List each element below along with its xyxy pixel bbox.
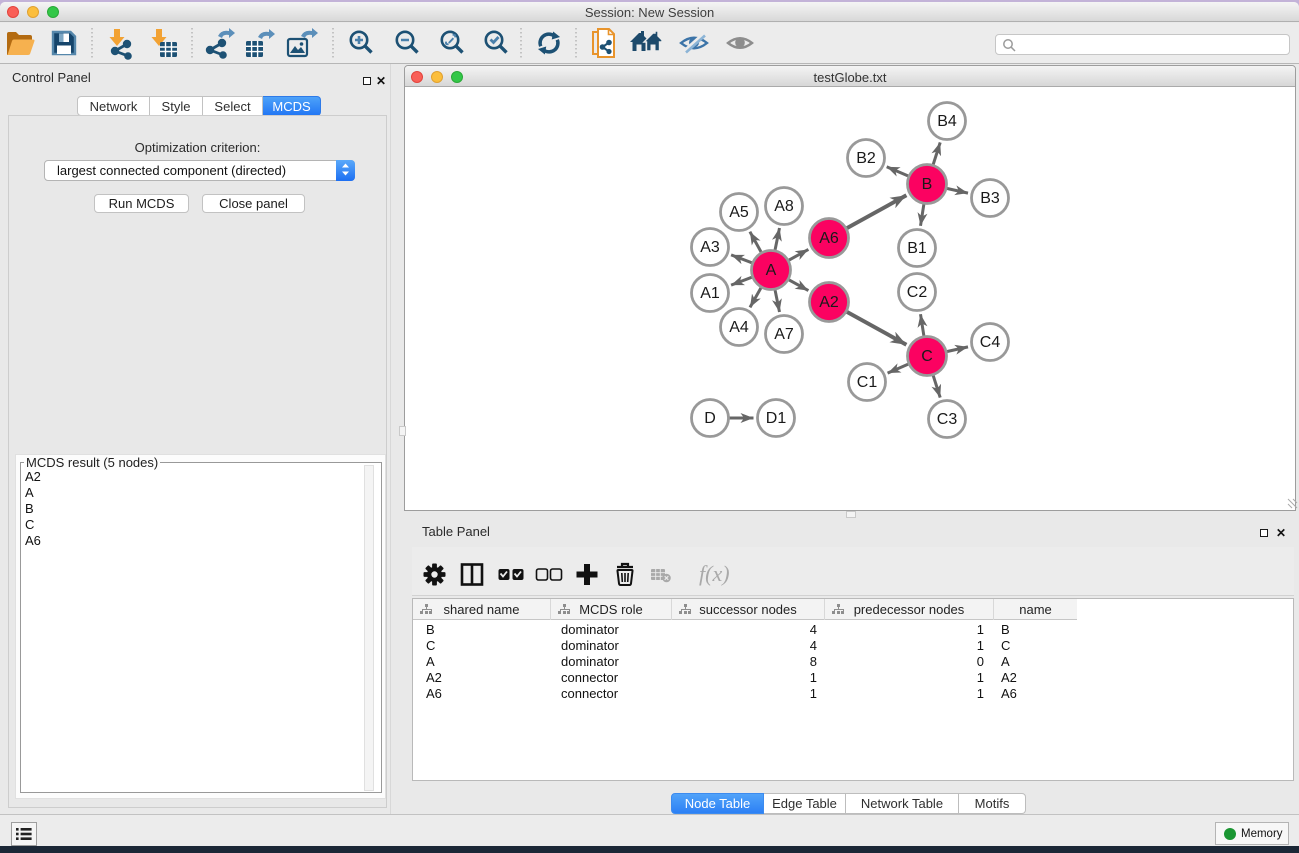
- svg-text:C1: C1: [857, 374, 878, 391]
- svg-text:C2: C2: [907, 284, 928, 301]
- svg-text:C3: C3: [937, 411, 958, 428]
- svg-text:A2: A2: [819, 294, 839, 311]
- svg-text:B2: B2: [856, 150, 876, 167]
- svg-text:B3: B3: [980, 190, 1000, 207]
- svg-text:A8: A8: [774, 198, 794, 215]
- svg-text:A5: A5: [729, 204, 749, 221]
- svg-text:B: B: [922, 176, 933, 193]
- svg-text:C: C: [921, 348, 933, 365]
- svg-text:A: A: [766, 262, 777, 279]
- svg-text:A1: A1: [700, 285, 720, 302]
- svg-text:C4: C4: [980, 334, 1001, 351]
- svg-text:D1: D1: [766, 410, 787, 427]
- svg-text:A3: A3: [700, 239, 720, 256]
- svg-text:A7: A7: [774, 326, 794, 343]
- svg-text:B4: B4: [937, 113, 957, 130]
- svg-text:A4: A4: [729, 319, 749, 336]
- svg-text:D: D: [704, 410, 716, 427]
- svg-text:A6: A6: [819, 230, 839, 247]
- svg-text:B1: B1: [907, 240, 927, 257]
- svg-text:f(x): f(x): [699, 561, 730, 586]
